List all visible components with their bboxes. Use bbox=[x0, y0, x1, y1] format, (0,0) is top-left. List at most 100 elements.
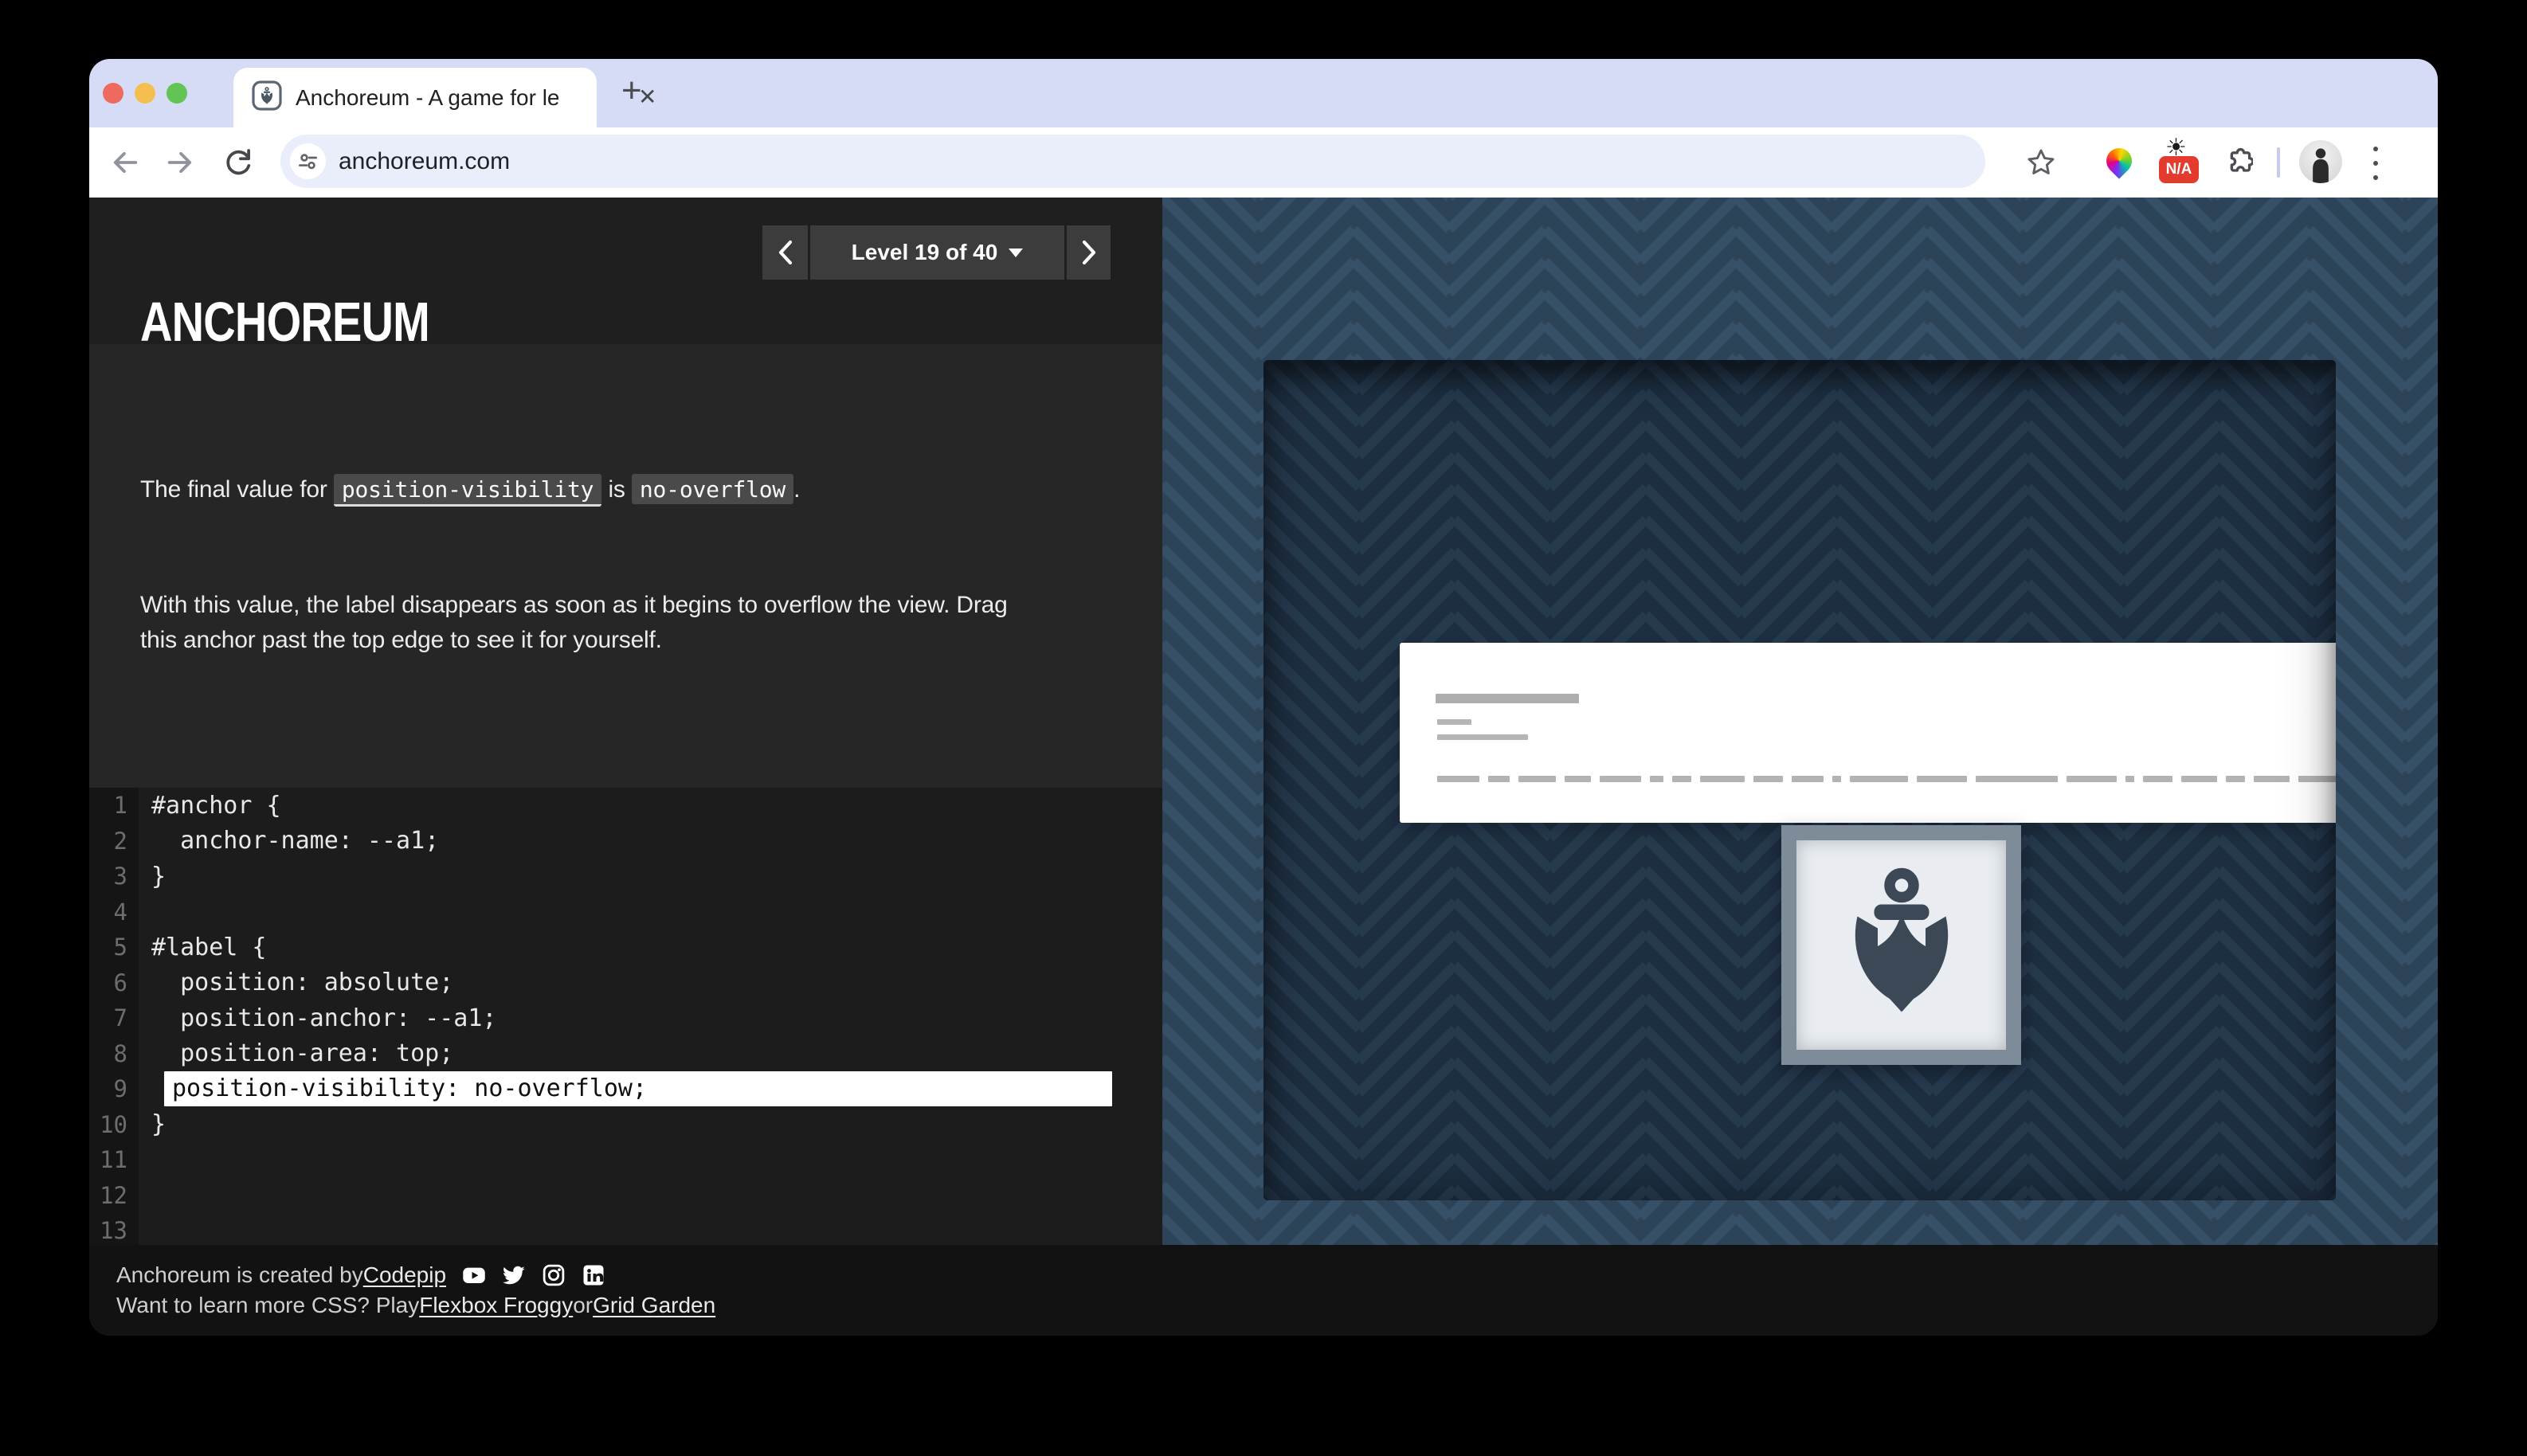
credit-line: Anchoreum is created by Codepip bbox=[116, 1262, 605, 1288]
overflow-view-container bbox=[1264, 360, 2336, 1200]
line-number: 13 bbox=[89, 1217, 139, 1244]
code-text: position-anchor: --a1; bbox=[139, 1004, 496, 1032]
code-text: #anchor { bbox=[139, 792, 281, 820]
code-line: 8 position-area: top; bbox=[89, 1036, 1162, 1072]
code-input-line[interactable]: position-visibility: no-overflow; bbox=[164, 1071, 1112, 1106]
skeleton-dash bbox=[1850, 776, 1908, 782]
linkedin-icon[interactable] bbox=[582, 1263, 605, 1287]
skeleton-dash bbox=[1700, 776, 1745, 782]
code-editor[interactable]: 1#anchor {2 anchor-name: --a1;3}45#label… bbox=[89, 788, 1162, 1245]
profile-avatar[interactable] bbox=[2299, 140, 2342, 183]
instruction-text: this anchor past the top edge to see it … bbox=[140, 623, 1008, 658]
menu-kebab-icon[interactable] bbox=[2369, 147, 2382, 180]
level-navigation: Level 19 of 40 bbox=[762, 225, 1111, 280]
skeleton-dash bbox=[1976, 776, 2058, 782]
more-games-text: Want to learn more CSS? Play bbox=[116, 1293, 419, 1318]
browser-toolbar: anchoreum.com ☀ N/A bbox=[89, 127, 2438, 198]
reload-icon[interactable] bbox=[222, 147, 254, 178]
code-line: 6 position: absolute; bbox=[89, 965, 1162, 1001]
line-number: 2 bbox=[89, 828, 139, 855]
next-level-button[interactable] bbox=[1067, 225, 1111, 280]
code-line: 2 anchor-name: --a1; bbox=[89, 824, 1162, 859]
chevron-down-icon bbox=[1009, 249, 1023, 257]
line-number: 1 bbox=[89, 792, 139, 819]
instruction-paragraph-2: With this value, the label disappears as… bbox=[140, 588, 1008, 658]
instruction-text: With this value, the label disappears as… bbox=[140, 588, 1008, 623]
code-lines: 1#anchor {2 anchor-name: --a1;3}45#label… bbox=[89, 788, 1162, 1245]
anchor-tile bbox=[1796, 840, 2006, 1050]
weather-extension-icon[interactable]: ☀ N/A bbox=[2159, 135, 2199, 188]
toolbar-divider bbox=[2277, 147, 2280, 178]
instruction-text: The final value for bbox=[140, 476, 334, 503]
level-selector[interactable]: Level 19 of 40 bbox=[810, 225, 1064, 280]
code-text: anchor-name: --a1; bbox=[139, 827, 439, 855]
view-pattern bbox=[1264, 360, 2336, 1200]
code-text: position: absolute; bbox=[139, 969, 453, 996]
code-line: 7 position-anchor: --a1; bbox=[89, 1000, 1162, 1036]
address-bar[interactable]: anchoreum.com bbox=[280, 135, 1985, 188]
skeleton-dash bbox=[1488, 776, 1510, 782]
credit-text: Anchoreum is created by bbox=[116, 1262, 363, 1288]
site-info-icon[interactable] bbox=[290, 143, 326, 179]
bookmark-star-icon[interactable] bbox=[2025, 147, 2057, 178]
flexbox-froggy-link[interactable]: Flexbox Froggy bbox=[419, 1293, 573, 1318]
skeleton-dash bbox=[2226, 776, 2245, 782]
minimize-window-button[interactable] bbox=[135, 83, 155, 104]
previous-level-button[interactable] bbox=[762, 225, 808, 280]
url-text[interactable]: anchoreum.com bbox=[339, 148, 510, 175]
new-tab-button[interactable]: + bbox=[621, 73, 642, 108]
codepip-link[interactable]: Codepip bbox=[363, 1262, 446, 1288]
skeleton-line-short bbox=[1437, 719, 1471, 725]
code-line: 10} bbox=[89, 1107, 1162, 1143]
forward-icon[interactable] bbox=[164, 147, 196, 178]
skeleton-dash bbox=[1753, 776, 1783, 782]
youtube-icon[interactable] bbox=[462, 1263, 486, 1287]
skeleton-dash bbox=[1672, 776, 1691, 782]
game-panel: ANCHOREUM Level 19 of 40 The fi bbox=[89, 198, 1162, 1245]
code-chip: no-overflow bbox=[632, 474, 793, 504]
code-line: 4 bbox=[89, 894, 1162, 930]
skeleton-title-bar bbox=[1436, 694, 1579, 703]
code-text: position-area: top; bbox=[139, 1039, 453, 1067]
line-number: 5 bbox=[89, 933, 139, 961]
line-number: 9 bbox=[89, 1075, 139, 1102]
instagram-icon[interactable] bbox=[542, 1263, 566, 1287]
browser-tab[interactable]: Anchoreum - A game for learn ✕ bbox=[233, 68, 597, 127]
code-line: 12 bbox=[89, 1178, 1162, 1214]
skeleton-dash bbox=[1437, 776, 1479, 782]
maximize-window-button[interactable] bbox=[167, 83, 187, 104]
code-chip-link[interactable]: position-visibility bbox=[334, 474, 602, 507]
code-line: 13 bbox=[89, 1213, 1162, 1245]
twitter-icon[interactable] bbox=[502, 1263, 526, 1287]
extension-badge: N/A bbox=[2159, 156, 2199, 183]
instruction-paragraph-1: The final value for position-visibility … bbox=[140, 472, 800, 508]
code-line: 11 bbox=[89, 1142, 1162, 1178]
line-number: 7 bbox=[89, 1004, 139, 1031]
line-number: 11 bbox=[89, 1146, 139, 1173]
skeleton-dash bbox=[2143, 776, 2172, 782]
skeleton-dash bbox=[2181, 776, 2217, 782]
panel-header: ANCHOREUM Level 19 of 40 bbox=[89, 198, 1162, 344]
grid-garden-link[interactable]: Grid Garden bbox=[593, 1293, 715, 1318]
skeleton-dash bbox=[1600, 776, 1641, 782]
skeleton-dash bbox=[1650, 776, 1663, 782]
anchor-element[interactable] bbox=[1781, 825, 2021, 1065]
line-number: 12 bbox=[89, 1182, 139, 1209]
instructions-section: The final value for position-visibility … bbox=[89, 344, 1162, 788]
line-number: 4 bbox=[89, 898, 139, 926]
skeleton-dash-row bbox=[1437, 776, 2336, 782]
code-text: #label { bbox=[139, 933, 267, 961]
color-extension-icon[interactable] bbox=[2101, 143, 2137, 178]
back-icon[interactable] bbox=[109, 147, 141, 178]
level-label: Level 19 of 40 bbox=[852, 240, 998, 265]
code-line: 5#label { bbox=[89, 930, 1162, 965]
anchor-icon bbox=[1842, 867, 1961, 1023]
extensions-puzzle-icon[interactable] bbox=[2221, 147, 2253, 178]
game-stage bbox=[1162, 198, 2438, 1245]
close-window-button[interactable] bbox=[103, 83, 123, 104]
instruction-text: . bbox=[793, 476, 800, 503]
instruction-text: is bbox=[601, 476, 632, 503]
code-line[interactable]: 9 position-visibility: no-overflow; bbox=[89, 1071, 1162, 1107]
anchor-favicon-icon bbox=[251, 80, 283, 112]
line-number: 10 bbox=[89, 1111, 139, 1138]
